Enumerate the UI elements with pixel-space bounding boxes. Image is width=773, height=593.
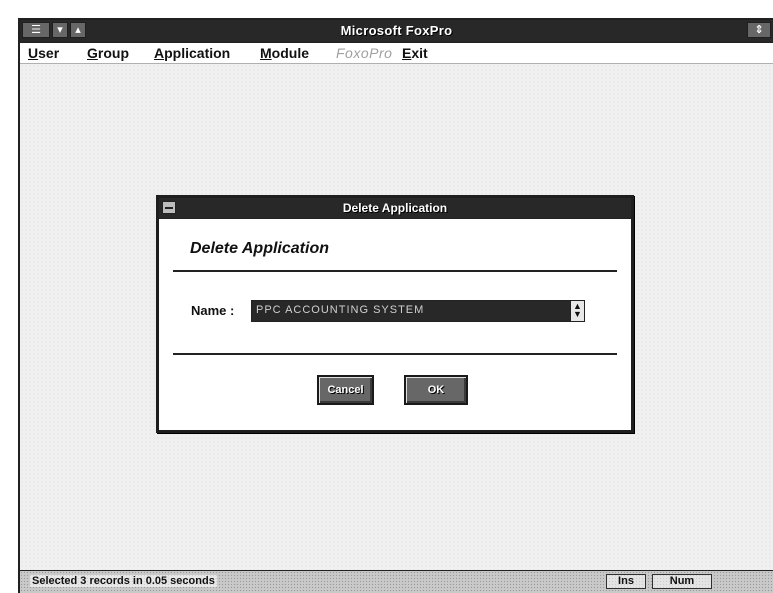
- ok-button[interactable]: OK: [404, 375, 468, 405]
- menu-group-label: roup: [97, 45, 129, 61]
- menu-foxpro-disabled: FoxoPro: [336, 45, 393, 61]
- application-name-combobox[interactable]: PPC ACCOUNTING SYSTEM ▲ ▼: [251, 300, 585, 322]
- menu-module-mnemonic: M: [260, 45, 272, 61]
- dialog-title-bar[interactable]: Delete Application: [159, 198, 631, 219]
- screen: ☰ ▾ ▴ Microsoft FoxPro ⇕ User Group Appl…: [0, 0, 773, 593]
- divider: [173, 270, 617, 272]
- status-ins-indicator: Ins: [606, 574, 646, 589]
- name-label: Name :: [191, 303, 235, 318]
- menu-bar: User Group Application Module FoxoPro Ex…: [20, 43, 773, 64]
- restore-icon[interactable]: ⇕: [747, 22, 771, 38]
- menu-module-label: odule: [271, 45, 310, 61]
- menu-user[interactable]: User: [28, 45, 59, 61]
- application-name-value: PPC ACCOUNTING SYSTEM: [256, 304, 425, 316]
- menu-application-mnemonic: A: [154, 45, 165, 61]
- menu-exit-mnemonic: E: [402, 45, 412, 61]
- cancel-button[interactable]: Cancel: [317, 375, 374, 405]
- dialog-heading: Delete Application: [190, 240, 329, 257]
- menu-application-label: pplication: [164, 45, 231, 61]
- menu-group[interactable]: Group: [87, 45, 129, 61]
- menu-exit[interactable]: Exit: [402, 45, 428, 61]
- status-num-indicator: Num: [652, 574, 712, 589]
- status-message: Selected 3 records in 0.05 seconds: [30, 575, 217, 587]
- title-bar[interactable]: ☰ ▾ ▴ Microsoft FoxPro ⇕: [20, 20, 773, 43]
- menu-module[interactable]: Module: [260, 45, 309, 61]
- dialog-title: Delete Application: [342, 201, 448, 215]
- menu-user-label: ser: [38, 45, 60, 61]
- window-title: Microsoft FoxPro: [340, 23, 453, 38]
- menu-group-mnemonic: G: [87, 45, 98, 61]
- status-bar: Selected 3 records in 0.05 seconds Ins N…: [20, 570, 773, 593]
- divider: [173, 353, 617, 355]
- dropdown-arrow-icon[interactable]: ▲ ▼: [570, 301, 584, 321]
- menu-exit-label: xit: [411, 45, 428, 61]
- delete-application-dialog: Delete Application Delete Application Na…: [156, 195, 634, 433]
- menu-user-mnemonic: U: [28, 45, 39, 61]
- menu-application[interactable]: Application: [154, 45, 230, 61]
